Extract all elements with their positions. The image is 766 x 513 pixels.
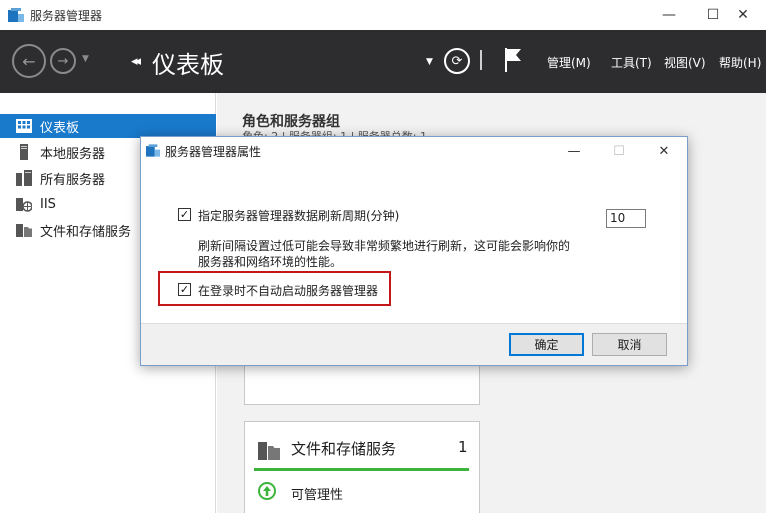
dialog-title: 服务器管理器属性 bbox=[165, 145, 262, 159]
no-autostart-label[interactable]: 在登录时不自动启动服务器管理器 bbox=[198, 282, 378, 299]
no-autostart-checkbox[interactable]: ✓ bbox=[178, 283, 191, 296]
refresh-interval-label[interactable]: 指定服务器管理器数据刷新周期(分钟) bbox=[198, 207, 399, 224]
forward-arrow-icon: → bbox=[57, 53, 69, 69]
menu-tools[interactable]: 工具(T) bbox=[611, 54, 652, 71]
server-manager-app-icon bbox=[146, 144, 160, 157]
menu-help[interactable]: 帮助(H) bbox=[719, 54, 761, 71]
breadcrumb-dropdown-icon[interactable]: ▼ bbox=[426, 57, 433, 67]
sidebar-item-label: 仪表板 bbox=[40, 120, 80, 136]
servers-icon bbox=[16, 170, 32, 186]
forward-button[interactable]: → bbox=[50, 48, 76, 74]
notifications-flag-icon[interactable] bbox=[503, 47, 523, 73]
menu-manage[interactable]: 管理(M) bbox=[547, 54, 591, 71]
role-tile-partial[interactable] bbox=[244, 363, 480, 405]
back-button[interactable]: ← bbox=[12, 44, 46, 78]
minimize-button[interactable]: — bbox=[646, 0, 692, 30]
refresh-button[interactable]: ⟳ bbox=[444, 48, 470, 74]
dialog-footer: 确定 取消 bbox=[141, 323, 687, 365]
dialog-maximize-button: ☐ bbox=[613, 143, 625, 159]
dialog-titlebar: 服务器管理器属性 — ☐ ✕ bbox=[141, 137, 687, 165]
close-button[interactable]: ✕ bbox=[720, 0, 766, 30]
up-arrow-status-icon bbox=[258, 482, 276, 500]
refresh-description-line1: 刷新间隔设置过低可能会导致非常频繁地进行刷新，这可能会影响你的 bbox=[198, 239, 571, 253]
page-title: 仪表板 bbox=[152, 51, 224, 79]
window-title: 服务器管理器 bbox=[30, 9, 103, 23]
properties-dialog: 服务器管理器属性 — ☐ ✕ ✓ 指定服务器管理器数据刷新周期(分钟) 10 刷… bbox=[140, 136, 688, 366]
dialog-close-button[interactable]: ✕ bbox=[641, 137, 687, 165]
menu-view[interactable]: 视图(V) bbox=[664, 54, 706, 71]
refresh-description-line2: 服务器和网络环境的性能。 bbox=[198, 255, 343, 269]
server-manager-app-icon bbox=[8, 8, 24, 22]
server-icon bbox=[20, 144, 28, 160]
cancel-button[interactable]: 取消 bbox=[592, 333, 667, 356]
iis-icon bbox=[16, 198, 32, 212]
tile-status-bar bbox=[254, 468, 469, 471]
header-divider bbox=[480, 50, 482, 70]
sidebar-item-label: 所有服务器 bbox=[40, 172, 106, 188]
sidebar-item-label: 本地服务器 bbox=[40, 146, 106, 162]
refresh-icon: ⟳ bbox=[451, 53, 463, 69]
sidebar-item-label: IIS bbox=[40, 196, 56, 212]
tile-manageability[interactable]: 可管理性 bbox=[291, 484, 343, 503]
tile-title[interactable]: 文件和存储服务 bbox=[291, 438, 396, 459]
history-dropdown-icon[interactable]: ▼ bbox=[82, 54, 89, 64]
window-titlebar: 服务器管理器 — ☐ ✕ bbox=[0, 0, 766, 30]
app-header: ← → ▼ ◂◂ 仪表板 ▼ ⟳ 管理(M) 工具(T) 视图(V) 帮助(H) bbox=[0, 30, 766, 93]
sidebar-item-dashboard[interactable]: 仪表板 bbox=[0, 114, 216, 138]
back-arrow-icon: ← bbox=[22, 51, 36, 71]
sidebar-item-label: 文件和存储服务 bbox=[40, 224, 132, 240]
dialog-minimize-button[interactable]: — bbox=[551, 137, 597, 165]
ok-button[interactable]: 确定 bbox=[509, 333, 584, 356]
dashboard-icon bbox=[16, 119, 32, 133]
refresh-interval-checkbox[interactable]: ✓ bbox=[178, 208, 191, 221]
file-storage-icon bbox=[258, 442, 280, 460]
role-tile-file-storage[interactable]: 文件和存储服务 1 可管理性 事件 bbox=[244, 421, 480, 513]
breadcrumb-arrows-icon: ◂◂ bbox=[131, 54, 141, 69]
refresh-interval-input[interactable]: 10 bbox=[606, 209, 646, 228]
tile-count: 1 bbox=[458, 438, 468, 456]
file-storage-icon bbox=[16, 224, 32, 237]
